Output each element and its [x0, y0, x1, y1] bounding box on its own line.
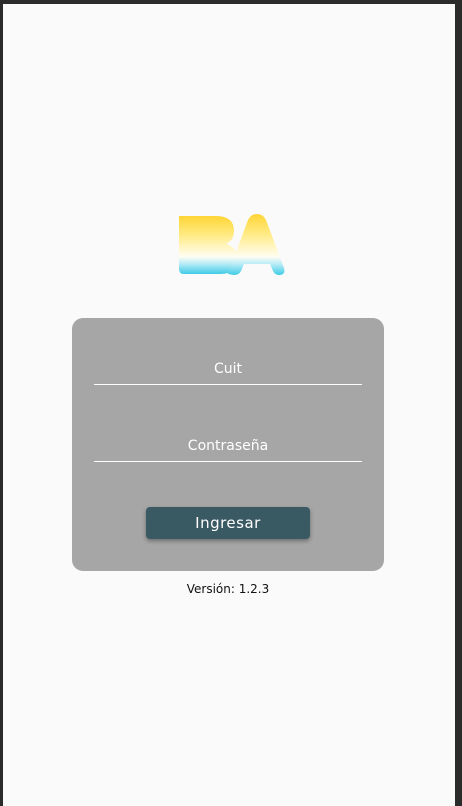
version-label: Versión: 1.2.3	[186, 582, 270, 596]
login-screen: Ingresar Versión: 1.2.3	[3, 4, 455, 806]
login-card: Ingresar	[72, 318, 384, 571]
password-input[interactable]	[94, 431, 362, 461]
ba-logo-icon	[179, 214, 285, 275]
device-frame: Ingresar Versión: 1.2.3	[0, 0, 462, 806]
password-field[interactable]	[94, 431, 362, 462]
cuit-field[interactable]	[94, 354, 362, 385]
login-button[interactable]: Ingresar	[146, 507, 310, 539]
cuit-input[interactable]	[94, 354, 362, 384]
